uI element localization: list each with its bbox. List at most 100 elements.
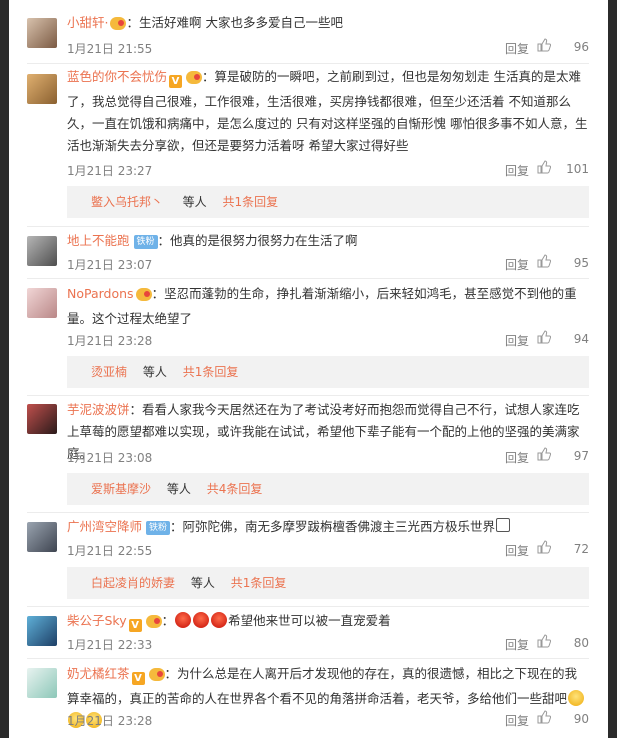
comment-body: 广州湾空降师 铁粉 ：阿弥陀佛，南无多摩罗跋栴檀香佛渡主三光西方极乐世界 [67,516,589,538]
sub-suffix: 等人 [190,576,215,590]
username[interactable]: 地上不能跑 [67,233,130,248]
divider [27,395,589,396]
reply-button[interactable]: 回复 [505,542,529,559]
avatar[interactable] [27,18,57,48]
like-count: 97 [573,449,589,463]
divider [27,658,589,659]
reply-count-link[interactable]: 共4条回复 [207,482,263,496]
reply-count-link[interactable]: 共1条回复 [183,365,239,379]
reply-user-link[interactable]: 爱斯基摩沙 [91,482,151,496]
comment-body: NoPardons ：坚忍而蓬勃的生命，挣扎着渐渐缩小，后来轻如鸿毛，甚至感觉不到… [67,286,577,326]
vip-badge-icon [186,71,202,84]
sub-suffix: 等人 [182,195,207,209]
comment-meta: 1月21日 22:55 回复 72 [67,540,589,560]
divider [27,606,589,607]
reply-count-link[interactable]: 共1条回复 [223,195,279,209]
username[interactable]: 奶尤橘红茶 [67,666,130,681]
reply-button[interactable]: 回复 [505,256,529,273]
vip-badge-icon [145,615,162,628]
comment-meta: 1月21日 23:27 回复 101 [67,160,589,180]
comment-body: 蓝色的你不会忧伤 V ：算是破防的一瞬吧，之前刷到过，但也是匆匆划走 生活真的是太… [67,69,588,153]
avatar[interactable] [27,236,57,266]
avatar[interactable] [27,616,57,646]
thumbs-up-icon[interactable] [537,447,551,461]
sub-replies[interactable]: 烫亚楠 等人 共1条回复 [67,356,589,388]
comment-panel: 小甜轩· ：生活好难啊 大家也多多爱自己一些吧 1月21日 21:55 回复 96… [9,0,608,738]
vip-badge-icon [135,288,152,301]
divider [27,226,589,227]
thumbs-up-icon[interactable] [537,38,551,52]
username[interactable]: 小甜轩· [67,15,108,30]
reply-button[interactable]: 回复 [505,40,529,57]
username[interactable]: 蓝色的你不会忧伤 [67,69,167,84]
fan-badge: 铁粉 [133,235,158,249]
thumbs-up-icon[interactable] [537,160,551,174]
timestamp: 1月21日 22:33 [67,638,153,652]
timestamp: 1月21日 23:07 [67,258,153,272]
timestamp: 1月21日 22:55 [67,544,153,558]
v-badge-icon: V [169,75,183,88]
reply-button[interactable]: 回复 [505,636,529,653]
like-count: 90 [573,712,589,726]
like-count: 95 [573,256,589,270]
divider [27,63,589,64]
crying-emoji-icon [568,690,585,706]
username[interactable]: NoPardons [67,286,134,301]
comment-meta: 1月21日 22:33 回复 80 [67,634,589,654]
username[interactable]: 柴公子Sky [67,613,127,628]
comment-body: 柴公子Sky V ：希望他来世可以被一直宠爱着 [67,612,391,632]
reply-button[interactable]: 回复 [505,332,529,349]
avatar[interactable] [27,668,57,698]
comment-meta: 1月21日 21:55 回复 96 [67,38,589,58]
temple-emoji-icon [496,518,511,532]
thumbs-up-icon[interactable] [537,710,551,724]
reply-count-link[interactable]: 共1条回复 [231,576,287,590]
sub-replies[interactable]: 爱斯基摩沙 等人 共4条回复 [67,473,589,505]
like-count: 72 [573,542,589,556]
timestamp: 1月21日 23:28 [67,714,153,728]
reply-button[interactable]: 回复 [505,712,529,729]
thumbs-up-icon[interactable] [537,254,551,268]
reply-button[interactable]: 回复 [505,162,529,179]
avatar[interactable] [27,288,57,318]
like-count: 80 [573,636,589,650]
comment-text: 他真的是很努力很努力在生活了啊 [170,233,358,248]
vip-badge-icon [148,668,165,681]
comment-text: 希望他来世可以被一直宠爱着 [228,613,391,628]
fan-badge: 铁粉 [146,521,171,535]
timestamp: 1月21日 23:27 [67,164,153,178]
divider [27,512,589,513]
thumbs-up-icon[interactable] [537,634,551,648]
username[interactable]: 芋泥波波饼 [67,402,130,417]
reply-button[interactable]: 回复 [505,449,529,466]
sub-replies[interactable]: 白起凌肖的娇妻 等人 共1条回复 [67,567,589,599]
v-badge-icon: V [128,619,142,632]
comment-meta: 1月21日 23:08 回复 97 [67,447,589,467]
comment-text: 生活好难啊 大家也多多爱自己一些吧 [139,15,343,30]
thumbs-up-icon[interactable] [537,330,551,344]
timestamp: 1月21日 21:55 [67,42,153,56]
red-packet-emoji-icon [211,612,228,628]
comment-body: 地上不能跑 铁粉 ：他真的是很努力很努力在生活了啊 [67,233,358,249]
username[interactable]: 广州湾空降师 [67,519,142,534]
avatar[interactable] [27,404,57,434]
thumbs-up-icon[interactable] [537,540,551,554]
reply-user-link[interactable]: 白起凌肖的娇妻 [91,576,175,590]
reply-user-link[interactable]: 烫亚楠 [91,365,127,379]
timestamp: 1月21日 23:28 [67,334,153,348]
timestamp: 1月21日 23:08 [67,451,153,465]
comment-meta: 1月21日 23:07 回复 95 [67,254,589,274]
red-packet-emoji-icon [193,612,210,628]
avatar[interactable] [27,74,57,104]
divider [27,278,589,279]
sub-suffix: 等人 [166,482,191,496]
red-packet-emoji-icon [175,612,192,628]
sub-replies[interactable]: 鳖入乌托邦丶 等人 共1条回复 [67,186,589,218]
comment-body: 小甜轩· ：生活好难啊 大家也多多爱自己一些吧 [67,15,343,30]
like-count: 94 [573,332,589,346]
v-badge-icon: V [131,672,145,685]
reply-user-link[interactable]: 鳖入乌托邦丶 [91,195,163,209]
like-count: 101 [566,162,589,176]
avatar[interactable] [27,522,57,552]
comment-meta: 1月21日 23:28 回复 94 [67,330,589,350]
